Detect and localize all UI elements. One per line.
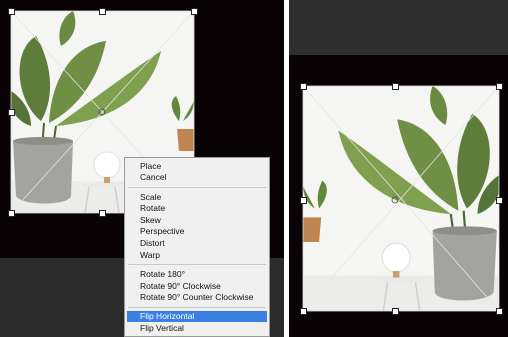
menu-item-scale[interactable]: Scale <box>140 192 161 203</box>
menu-item-skew[interactable]: Skew <box>140 215 161 226</box>
menu-separator <box>128 187 266 188</box>
handle-bottom-center[interactable] <box>392 308 399 315</box>
handle-middle-left[interactable] <box>300 197 307 204</box>
handle-bottom-center[interactable] <box>99 210 106 217</box>
handle-middle-right[interactable] <box>496 197 503 204</box>
transform-box[interactable] <box>289 0 508 337</box>
menu-item-rotate[interactable]: Rotate <box>140 203 165 214</box>
menu-item-rotate-90-cw[interactable]: Rotate 90° Clockwise <box>140 281 221 292</box>
handle-middle-left[interactable] <box>8 109 15 116</box>
handle-bottom-left[interactable] <box>300 308 307 315</box>
handle-top-left[interactable] <box>8 8 15 15</box>
handle-top-center[interactable] <box>99 8 106 15</box>
menu-item-rotate-90-ccw[interactable]: Rotate 90° Counter Clockwise <box>140 292 253 303</box>
menu-item-place[interactable]: Place <box>140 161 161 172</box>
menu-item-distort[interactable]: Distort <box>140 238 165 249</box>
menu-item-rotate-180[interactable]: Rotate 180° <box>140 269 185 280</box>
handle-top-right[interactable] <box>496 83 503 90</box>
menu-item-cancel[interactable]: Cancel <box>140 172 166 183</box>
handle-bottom-left[interactable] <box>8 210 15 217</box>
menu-separator <box>128 307 266 308</box>
left-canvas-panel: Place Cancel Scale Rotate Skew Perspecti… <box>0 0 284 337</box>
right-canvas-panel <box>289 0 508 337</box>
handle-bottom-right[interactable] <box>496 308 503 315</box>
menu-separator <box>128 264 266 265</box>
handle-top-center[interactable] <box>392 83 399 90</box>
transform-context-menu: Place Cancel Scale Rotate Skew Perspecti… <box>124 157 270 337</box>
menu-item-flip-horizontal[interactable]: Flip Horizontal <box>140 311 194 322</box>
handle-top-right[interactable] <box>191 8 198 15</box>
menu-item-flip-vertical[interactable]: Flip Vertical <box>140 323 184 334</box>
menu-item-warp[interactable]: Warp <box>140 250 160 261</box>
handle-top-left[interactable] <box>300 83 307 90</box>
menu-item-perspective[interactable]: Perspective <box>140 226 184 237</box>
